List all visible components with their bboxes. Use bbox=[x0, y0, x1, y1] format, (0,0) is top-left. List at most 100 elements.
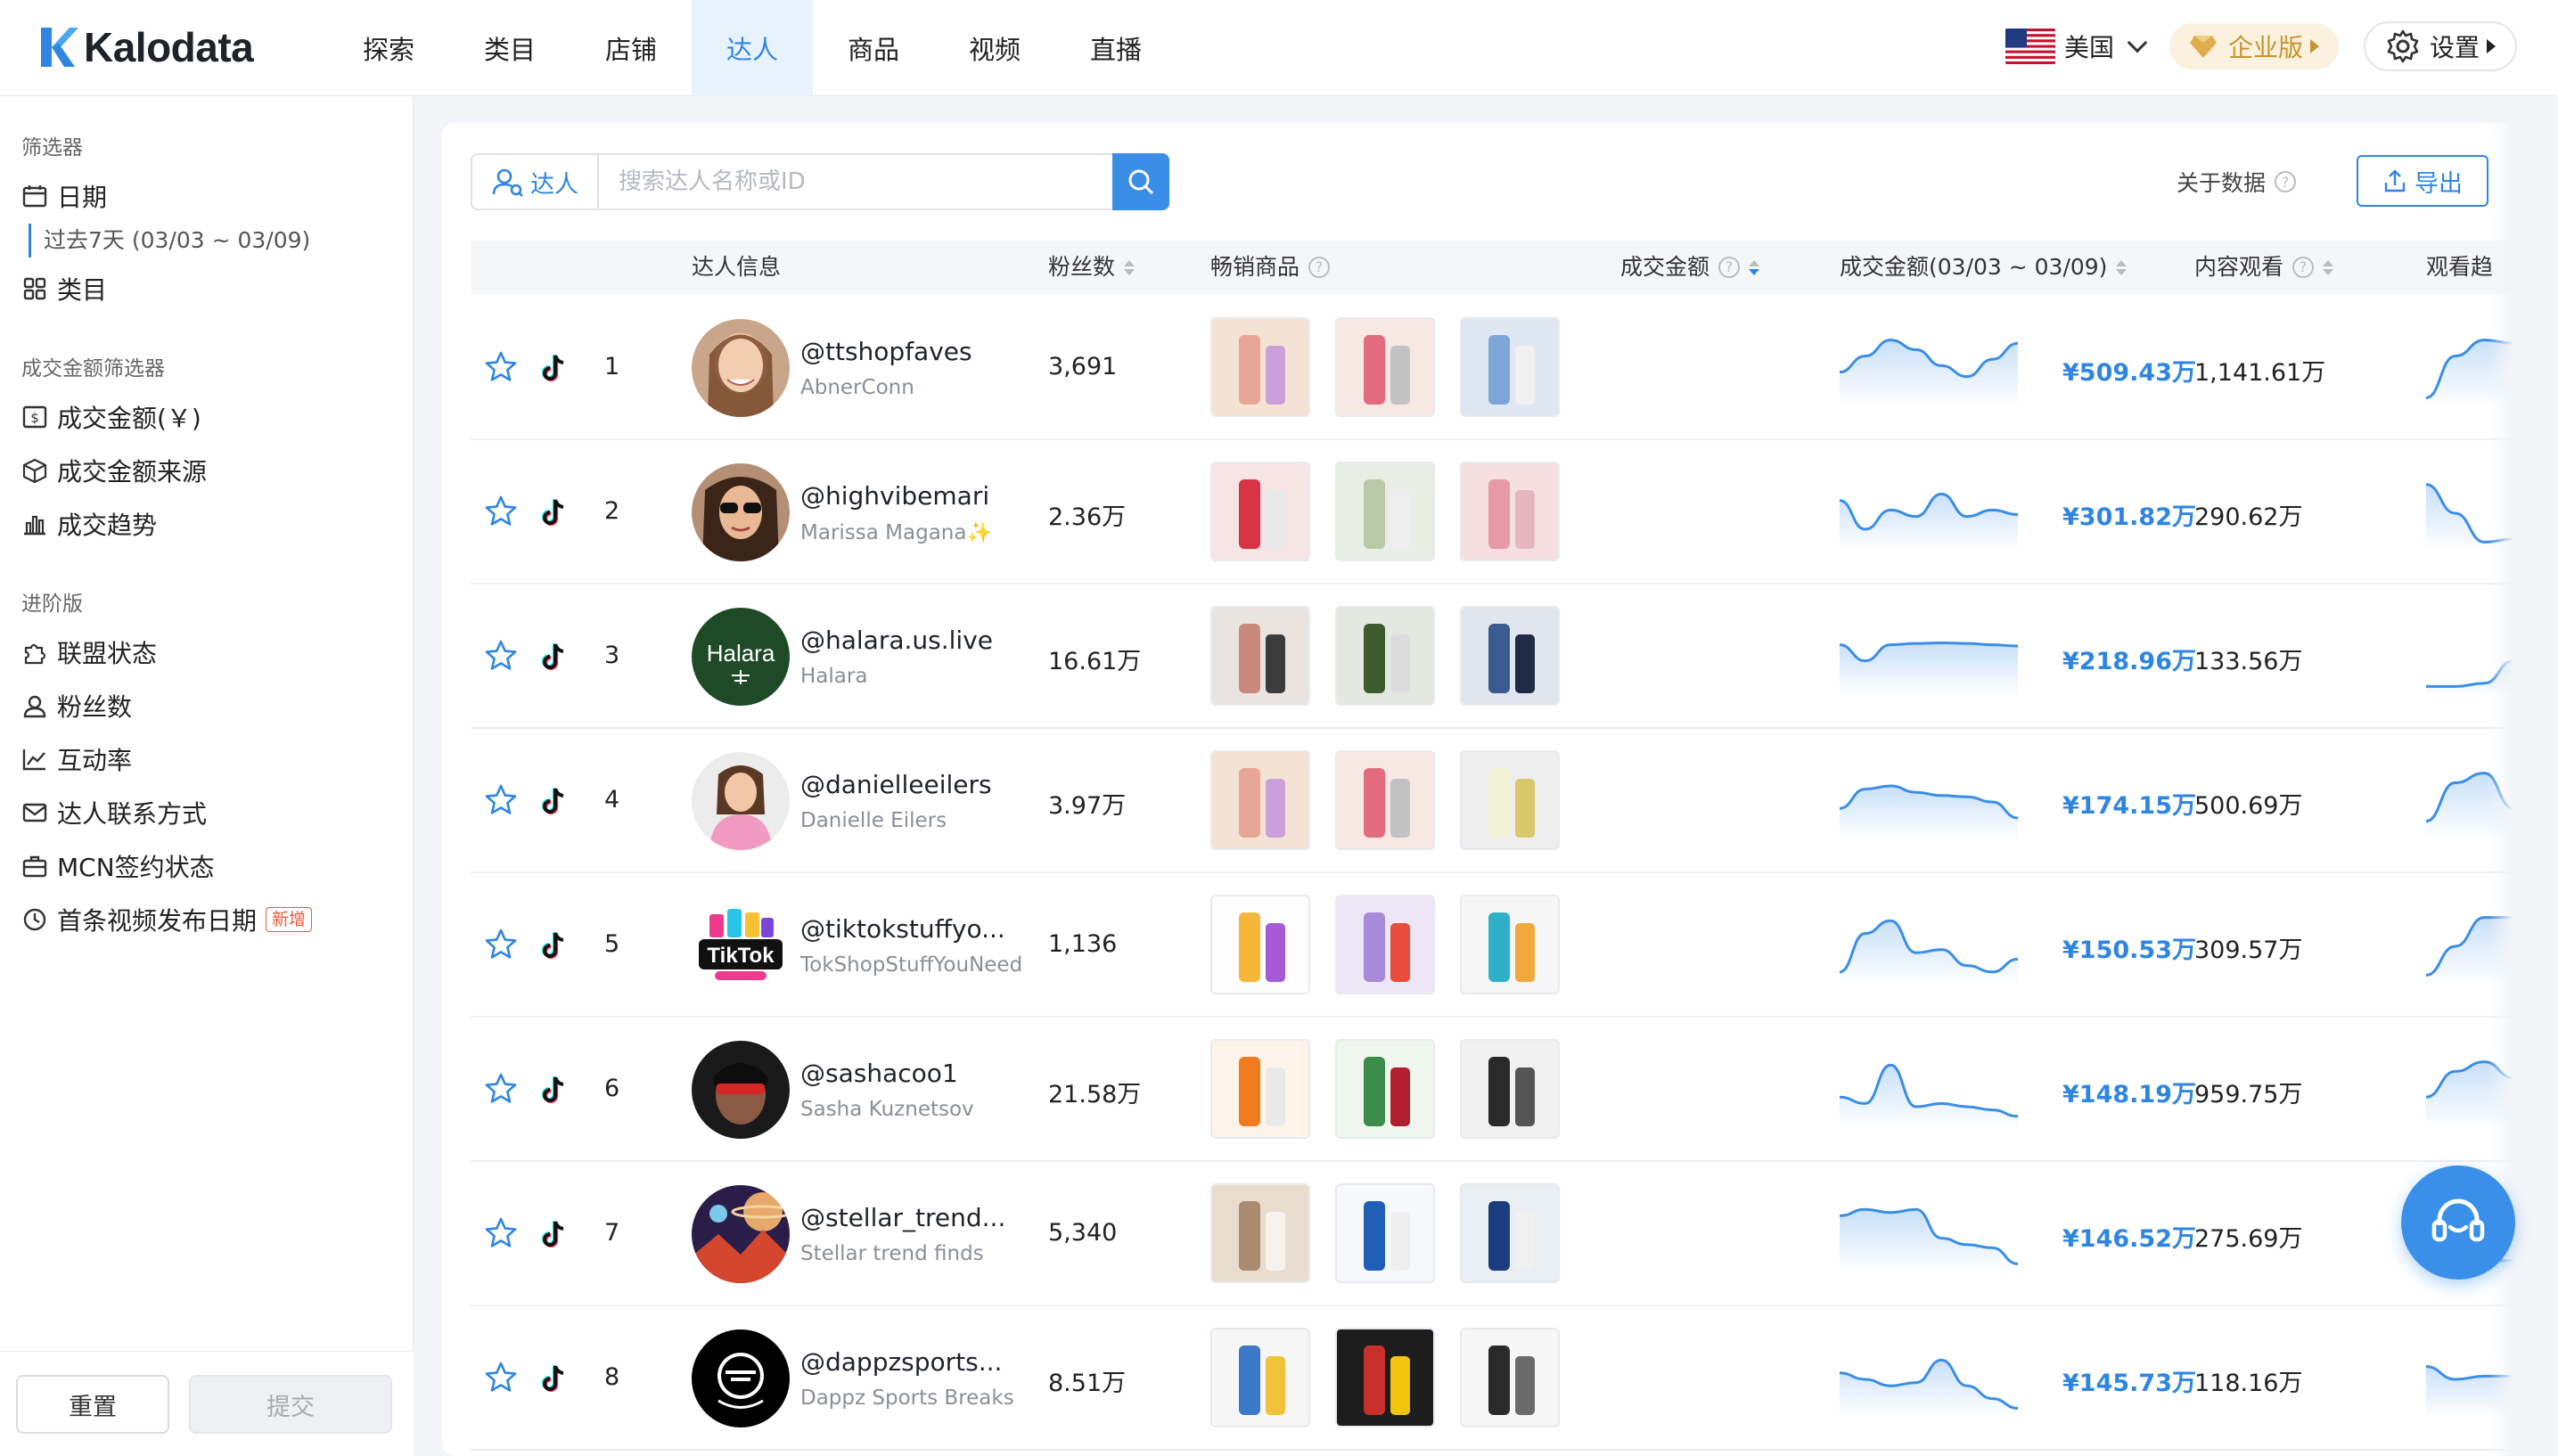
top-product-thumbnail[interactable] bbox=[1460, 895, 1560, 994]
filter-followers[interactable]: 粉丝数 bbox=[21, 688, 132, 724]
star-favorite-icon[interactable] bbox=[483, 349, 519, 385]
filter-engagement-rate[interactable]: 互动率 bbox=[21, 741, 132, 777]
creator-avatar[interactable] bbox=[692, 1041, 790, 1139]
col-views-label: 内容观看 bbox=[2194, 254, 2284, 280]
customer-support-button[interactable] bbox=[2401, 1166, 2515, 1280]
top-product-thumbnail[interactable] bbox=[1210, 317, 1310, 417]
top-product-thumbnail[interactable] bbox=[1460, 317, 1560, 417]
nav-tab-shop[interactable]: 店铺 bbox=[570, 0, 692, 96]
submit-button[interactable]: 提交 bbox=[189, 1375, 392, 1434]
export-button[interactable]: 导出 bbox=[2357, 155, 2488, 207]
creator-handle[interactable]: @danielleeilers bbox=[800, 770, 992, 799]
creator-handle[interactable]: @ttshopfaves bbox=[800, 337, 972, 366]
nav-tab-product[interactable]: 商品 bbox=[813, 0, 934, 96]
creator-handle[interactable]: @highvibemari bbox=[800, 481, 989, 511]
top-product-thumbnail[interactable] bbox=[1460, 1328, 1560, 1427]
about-data-link[interactable]: 关于数据 ? bbox=[2177, 166, 2297, 198]
top-nav-bar: Kalodata 探索 类目 店铺 达人 商品 视频 直播 美国 企业版 设置 bbox=[0, 0, 2558, 96]
top-product-thumbnail[interactable] bbox=[1210, 1328, 1310, 1427]
filter-affiliate-status[interactable]: 联盟状态 bbox=[21, 634, 157, 670]
enterprise-button[interactable]: 企业版 bbox=[2169, 23, 2339, 70]
creator-avatar[interactable] bbox=[692, 463, 790, 561]
nav-tab-live[interactable]: 直播 bbox=[1055, 0, 1177, 96]
table-row[interactable]: 8 @dappzsports... Dappz Sports Breaks 8.… bbox=[471, 1306, 2513, 1451]
table-row[interactable]: 3 Halara @halara.us.live Halara 16.61万 ¥… bbox=[471, 585, 2513, 729]
nav-tab-video[interactable]: 视频 bbox=[934, 0, 1055, 96]
search-button[interactable] bbox=[1112, 153, 1169, 210]
table-row[interactable]: 1 @ttshopfaves AbnerConn 3,691 ¥509.43万 … bbox=[471, 296, 2513, 440]
gmv-trend-sparkline bbox=[1839, 909, 2019, 984]
col-gmv[interactable]: 成交金额 ? bbox=[1620, 241, 1760, 294]
creator-handle[interactable]: @halara.us.live bbox=[800, 626, 993, 655]
region-selector[interactable]: 美国 bbox=[2005, 29, 2148, 64]
top-product-thumbnail[interactable] bbox=[1210, 1039, 1310, 1139]
top-product-thumbnail[interactable] bbox=[1210, 462, 1310, 561]
creator-handle[interactable]: @sashacoo1 bbox=[800, 1059, 958, 1088]
top-product-thumbnail[interactable] bbox=[1460, 462, 1560, 561]
settings-button[interactable]: 设置 bbox=[2363, 21, 2517, 71]
top-product-thumbnail[interactable] bbox=[1335, 1183, 1435, 1283]
creator-avatar[interactable]: Halara bbox=[692, 608, 790, 706]
top-product-thumbnail[interactable] bbox=[1460, 1039, 1560, 1139]
advanced-heading: 进阶版 bbox=[21, 593, 83, 616]
top-product-thumbnail[interactable] bbox=[1335, 606, 1435, 706]
filter-gmv-amount[interactable]: $ 成交金额(￥) bbox=[21, 399, 201, 435]
top-product-thumbnail[interactable] bbox=[1335, 1039, 1435, 1139]
top-product-thumbnail[interactable] bbox=[1210, 606, 1310, 706]
top-product-thumbnail[interactable] bbox=[1210, 750, 1310, 850]
col-creator-info: 达人信息 bbox=[692, 254, 782, 280]
top-product-thumbnail[interactable] bbox=[1335, 895, 1435, 994]
table-row[interactable]: 2 @highvibemari Marissa Magana✨ 2.36万 ¥3… bbox=[471, 440, 2513, 585]
filter-date[interactable]: 日期 bbox=[21, 178, 107, 214]
table-row[interactable]: 7 @stellar_trend... Stellar trend finds … bbox=[471, 1162, 2513, 1306]
date-range-value[interactable]: 过去7天 (03/03 ~ 03/09) bbox=[29, 224, 310, 258]
creator-handle[interactable]: @tiktokstuffyo... bbox=[800, 914, 1005, 944]
table-row[interactable]: 4 @danielleeilers Danielle Eilers 3.97万 … bbox=[471, 729, 2513, 873]
filter-gmv-trend[interactable]: 成交趋势 bbox=[21, 506, 157, 542]
filter-first-video-date[interactable]: 首条视频发布日期 新增 bbox=[21, 902, 313, 937]
star-favorite-icon[interactable] bbox=[483, 782, 519, 818]
star-favorite-icon[interactable] bbox=[483, 1360, 519, 1395]
filter-mcn-status-label: MCN签约状态 bbox=[57, 853, 215, 882]
col-followers[interactable]: 粉丝数 bbox=[1048, 241, 1136, 294]
top-product-thumbnail[interactable] bbox=[1460, 606, 1560, 706]
reset-button[interactable]: 重置 bbox=[16, 1375, 169, 1434]
star-favorite-icon[interactable] bbox=[483, 494, 519, 529]
table-row[interactable]: 5 TikTok @tiktokstuffyo... TokShopStuffY… bbox=[471, 873, 2513, 1018]
nav-tab-creator[interactable]: 达人 bbox=[692, 0, 813, 96]
kalodata-logo[interactable]: Kalodata bbox=[37, 23, 254, 71]
creator-avatar[interactable]: TikTok bbox=[692, 896, 790, 994]
gmv-value: ¥218.96万 bbox=[2062, 648, 2196, 675]
star-favorite-icon[interactable] bbox=[483, 1215, 519, 1251]
top-product-thumbnail[interactable] bbox=[1335, 317, 1435, 417]
creator-handle[interactable]: @stellar_trend... bbox=[800, 1203, 1005, 1232]
filter-mcn-status[interactable]: MCN签约状态 bbox=[21, 848, 215, 884]
nav-tab-category[interactable]: 类目 bbox=[449, 0, 570, 96]
top-product-thumbnail[interactable] bbox=[1335, 1328, 1435, 1427]
top-product-thumbnail[interactable] bbox=[1210, 1183, 1310, 1283]
star-favorite-icon[interactable] bbox=[483, 638, 519, 674]
creator-avatar[interactable] bbox=[692, 1185, 790, 1283]
top-product-thumbnail[interactable] bbox=[1335, 462, 1435, 561]
filter-contact-info[interactable]: 达人联系方式 bbox=[21, 795, 207, 830]
trend-area bbox=[1840, 1360, 2018, 1417]
filter-gmv-source[interactable]: 成交金额来源 bbox=[21, 453, 207, 488]
search-type-selector[interactable]: 达人 bbox=[472, 155, 599, 209]
star-favorite-icon[interactable] bbox=[483, 1071, 519, 1107]
filter-category[interactable]: 类目 bbox=[21, 271, 107, 307]
nav-tab-explore[interactable]: 探索 bbox=[328, 0, 449, 96]
table-row[interactable]: 6 @sashacoo1 Sasha Kuznetsov 21.58万 ¥148… bbox=[471, 1018, 2513, 1162]
star-favorite-icon[interactable] bbox=[483, 927, 519, 962]
creator-avatar[interactable] bbox=[692, 752, 790, 850]
creator-avatar[interactable] bbox=[692, 1329, 790, 1427]
top-product-thumbnail[interactable] bbox=[1335, 750, 1435, 850]
gmv-trend-sparkline bbox=[1839, 620, 2019, 695]
top-product-thumbnail[interactable] bbox=[1460, 750, 1560, 850]
search-input[interactable] bbox=[599, 155, 1112, 209]
top-product-thumbnail[interactable] bbox=[1460, 1183, 1560, 1283]
top-product-thumbnail[interactable] bbox=[1210, 895, 1310, 994]
creator-avatar[interactable] bbox=[692, 319, 790, 417]
col-views[interactable]: 内容观看 ? bbox=[2194, 241, 2334, 294]
creator-handle[interactable]: @dappzsports... bbox=[800, 1347, 1002, 1377]
col-gmv-trend[interactable]: 成交金额(03/03 ~ 03/09) bbox=[1840, 241, 2128, 294]
